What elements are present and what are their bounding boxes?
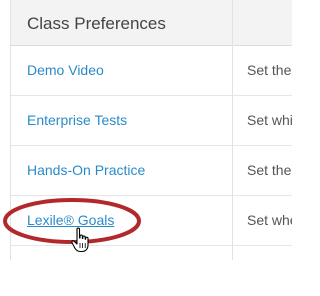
section-header: Class Preferences [11, 0, 292, 46]
section-title: Class Preferences [27, 14, 166, 33]
class-preferences-panel: Class Preferences Demo Video Set the Ent… [0, 0, 292, 296]
demo-video-link[interactable]: Demo Video [27, 62, 104, 78]
column-divider [232, 0, 233, 260]
hand-pointer-icon [71, 227, 89, 253]
preference-row: Enterprise Tests Set whi [11, 96, 292, 146]
hands-on-practice-link[interactable]: Hands-On Practice [27, 162, 145, 178]
preference-row: Hands-On Practice Set the [11, 146, 292, 196]
row-description: Set whe [247, 212, 292, 228]
preference-row [11, 246, 292, 296]
row-description: Set the [247, 162, 292, 178]
preference-row: Demo Video Set the [11, 46, 292, 96]
enterprise-tests-link[interactable]: Enterprise Tests [27, 112, 127, 128]
row-description: Set whi [247, 112, 292, 128]
row-description: Set the [247, 62, 292, 78]
